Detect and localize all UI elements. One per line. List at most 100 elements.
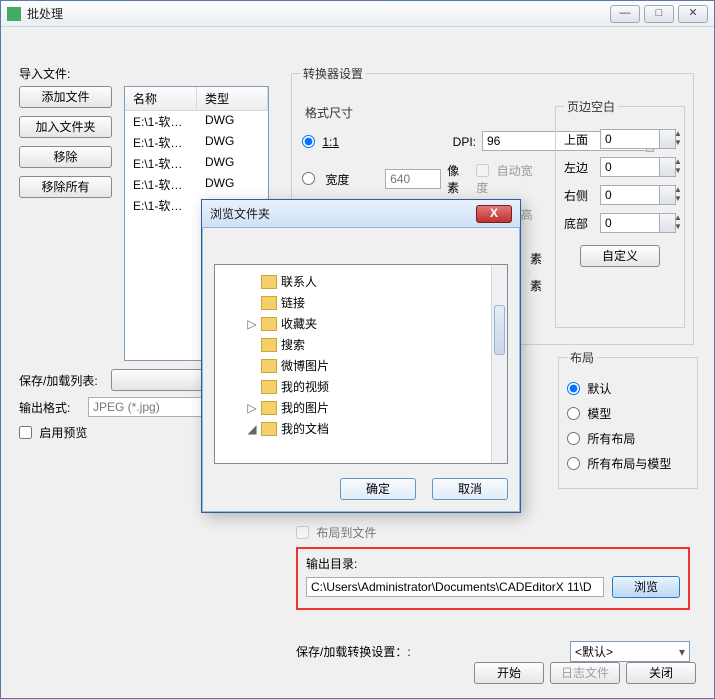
folder-icon — [261, 359, 277, 373]
size-custom-radio[interactable] — [302, 172, 315, 185]
folder-icon — [261, 380, 277, 394]
converter-title: 转换器设置 — [300, 65, 366, 82]
width-input — [385, 169, 441, 189]
folder-icon — [261, 401, 277, 415]
margin-left-input[interactable] — [600, 157, 660, 177]
tree-item[interactable]: 我的视频 — [219, 376, 503, 397]
tree-item[interactable]: ▷ 我的图片 — [219, 397, 503, 418]
format-size-label: 格式尺寸 — [302, 104, 542, 121]
titlebar: 批处理 — □ ✕ — [1, 1, 714, 27]
column-name[interactable]: 名称 — [125, 87, 197, 110]
window-title: 批处理 — [27, 5, 610, 22]
layout-title: 布局 — [567, 349, 597, 366]
tree-item[interactable]: ▷ 收藏夹 — [219, 313, 503, 334]
cell-name: E:\1-软文... — [125, 111, 197, 132]
folder-icon — [261, 275, 277, 289]
dpi-combo[interactable]: ▾ — [482, 131, 542, 152]
dialog-titlebar[interactable]: 浏览文件夹 X — [202, 200, 520, 228]
column-type[interactable]: 类型 — [197, 87, 268, 110]
tree-label: 我的文档 — [281, 420, 329, 437]
px-label: 像素 — [447, 162, 470, 196]
table-row[interactable]: E:\1-软文...DWG — [125, 132, 268, 153]
scrollbar[interactable] — [491, 265, 507, 463]
table-row[interactable]: E:\1-软文...DWG — [125, 153, 268, 174]
cancel-button[interactable]: 取消 — [432, 478, 508, 500]
save-settings-combo[interactable]: <默认> ▾ — [570, 641, 690, 662]
tree-item[interactable]: 联系人 — [219, 271, 503, 292]
cell-type: DWG — [197, 132, 268, 153]
ok-button[interactable]: 确定 — [340, 478, 416, 500]
spinner-icon[interactable]: ▲▼ — [660, 213, 676, 233]
table-row[interactable]: E:\1-软文...DWG — [125, 111, 268, 132]
tree-item[interactable]: 搜索 — [219, 334, 503, 355]
custom-button[interactable]: 自定义 — [580, 245, 660, 267]
output-dir-input[interactable] — [306, 577, 604, 597]
browse-folder-dialog: 浏览文件夹 X 联系人链接 ▷ 收藏夹搜索微博图片我的视频 ▷ 我的图片 ◢ 我的文档 确定… — [201, 199, 521, 513]
layout-all-radio[interactable]: 所有布局 — [567, 430, 689, 447]
layout-group: 布局 默认 模型 所有布局 所有布局与模型 — [558, 349, 698, 489]
maximize-button[interactable]: □ — [644, 5, 674, 23]
layout-to-file-checkbox[interactable]: 布局到文件 — [296, 524, 690, 541]
margin-right-label: 右侧 — [564, 187, 600, 204]
width-label: 宽度 — [325, 171, 379, 188]
folder-tree[interactable]: 联系人链接 ▷ 收藏夹搜索微博图片我的视频 ▷ 我的图片 ◢ 我的文档 — [214, 264, 508, 464]
layout-model-radio[interactable]: 模型 — [567, 405, 689, 422]
chevron-down-icon[interactable]: ▾ — [679, 645, 685, 659]
spinner-icon[interactable]: ▲▼ — [660, 157, 676, 177]
log-button: 日志文件 — [550, 662, 620, 684]
spinner-icon[interactable]: ▲▼ — [660, 185, 676, 205]
dialog-close-button[interactable]: X — [476, 205, 512, 223]
browse-button[interactable]: 浏览 — [612, 576, 680, 598]
tree-item[interactable]: 链接 — [219, 292, 503, 313]
tree-label: 搜索 — [281, 336, 305, 353]
cell-type: DWG — [197, 153, 268, 174]
minimize-button[interactable]: — — [610, 5, 640, 23]
expand-icon[interactable]: ◢ — [247, 422, 257, 436]
expand-icon[interactable]: ▷ — [247, 401, 257, 415]
scroll-thumb[interactable] — [494, 305, 505, 355]
tree-label: 我的图片 — [281, 399, 329, 416]
remove-button[interactable]: 移除 — [19, 146, 112, 168]
folder-icon — [261, 296, 277, 310]
tree-label: 联系人 — [281, 273, 317, 290]
margin-bottom-input[interactable] — [600, 213, 660, 233]
expand-icon[interactable]: ▷ — [247, 317, 257, 331]
margin-left-label: 左边 — [564, 159, 600, 176]
enable-preview-checkbox[interactable]: 启用预览 — [19, 424, 87, 441]
margin-title: 页边空白 — [564, 98, 618, 115]
cell-name: E:\1-软文... — [125, 132, 197, 153]
close-button[interactable]: ✕ — [678, 5, 708, 23]
table-row[interactable]: E:\1-软文...DWG — [125, 174, 268, 195]
layout-allmodel-radio[interactable]: 所有布局与模型 — [567, 455, 689, 472]
cell-type: DWG — [197, 174, 268, 195]
tree-item[interactable]: ◢ 我的文档 — [219, 418, 503, 439]
output-dir-highlight: 输出目录: 浏览 — [296, 547, 690, 610]
tree-label: 微博图片 — [281, 357, 329, 374]
app-icon — [7, 7, 21, 21]
cell-name: E:\1-软文... — [125, 174, 197, 195]
tree-label: 链接 — [281, 294, 305, 311]
cell-name: E:\1-软文... — [125, 153, 197, 174]
cell-type: DWG — [197, 111, 268, 132]
tree-item[interactable]: 微博图片 — [219, 355, 503, 376]
dialog-title: 浏览文件夹 — [210, 205, 476, 222]
start-button[interactable]: 开始 — [474, 662, 544, 684]
add-file-button[interactable]: 添加文件 — [19, 86, 112, 108]
close-dialog-button[interactable]: 关闭 — [626, 662, 696, 684]
margin-top-label: 上面 — [564, 131, 600, 148]
folder-icon — [261, 422, 277, 436]
remove-all-button[interactable]: 移除所有 — [19, 176, 112, 198]
auto-width-checkbox: 自动宽度 — [476, 162, 542, 196]
margin-top-input[interactable] — [600, 129, 660, 149]
tree-label: 收藏夹 — [281, 315, 317, 332]
ratio-1-1-radio[interactable]: 1:1 — [302, 135, 339, 149]
tree-label: 我的视频 — [281, 378, 329, 395]
layout-default-radio[interactable]: 默认 — [567, 380, 689, 397]
out-format-label: 输出格式: — [19, 399, 88, 416]
margin-right-input[interactable] — [600, 185, 660, 205]
add-folder-button[interactable]: 加入文件夹 — [19, 116, 112, 138]
spinner-icon[interactable]: ▲▼ — [660, 129, 676, 149]
save-list-label: 保存/加载列表: — [19, 372, 111, 389]
import-label: 导入文件: — [19, 65, 269, 82]
folder-icon — [261, 338, 277, 352]
